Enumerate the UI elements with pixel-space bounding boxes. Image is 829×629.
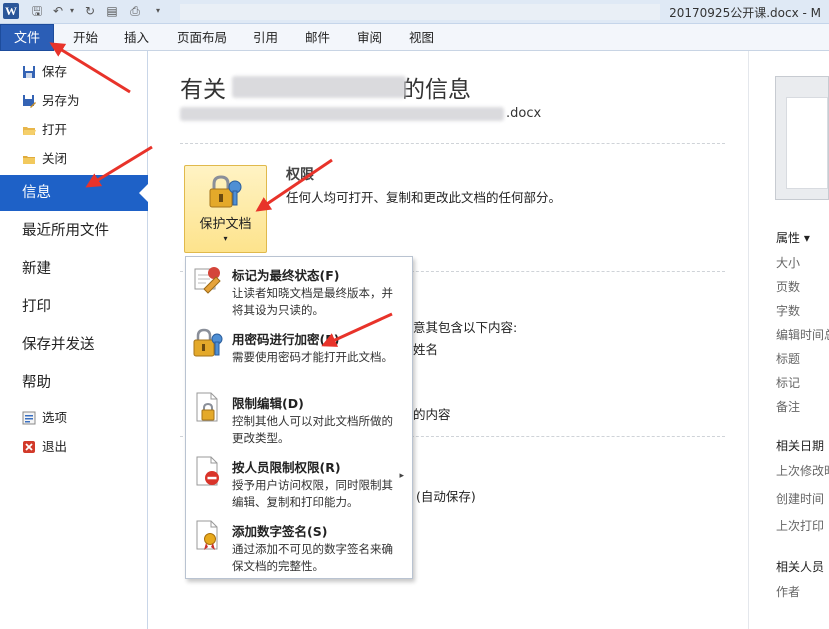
lock-key-icon [193,328,223,357]
chevron-down-icon: ▾ [223,234,228,243]
tab-file[interactable]: 文件 [0,24,54,51]
menu-item-desc: 控制其他人可以对此文档所做的更改类型。 [232,414,393,445]
nav-recent[interactable]: 最近所用文件 [0,213,148,249]
word-logo-icon: W [3,3,19,19]
tab-insert[interactable]: 插入 [124,24,149,51]
redo-icon[interactable]: ↻ [82,3,98,19]
close-folder-icon [23,156,35,164]
inspect-text: 意其包含以下内容: [413,320,518,335]
tab-home[interactable]: 开始 [73,24,98,51]
tab-page-layout[interactable]: 页面布局 [177,24,227,51]
people-author: 作者 [776,585,801,599]
print-preview-icon[interactable]: ▤ [104,3,120,19]
document-thumbnail[interactable] [775,76,829,200]
redacted-region [180,4,660,20]
prop-size: 大小 [776,256,801,270]
permissions-description: 任何人均可打开、复制和更改此文档的任何部分。 [286,190,562,205]
nav-close-label: 关闭 [42,151,68,166]
menu-item-restrict-permission[interactable]: 按人员限制权限(R) 授予用户访问权限，同时限制其编辑、复制和打印能力。 ▸ [186,451,412,515]
quick-print-icon[interactable]: ⎙ [127,3,143,19]
ribbon-tabs: 文件 开始 插入 页面布局 引用 邮件 审阅 视图 [0,24,829,51]
menu-item-title: 添加数字签名(S) [232,524,328,539]
menu-item-desc: 让读者知晓文档是最终版本，并将其设为只读的。 [232,286,393,317]
date-last-printed: 上次打印 [776,519,825,533]
protect-document-label: 保护文档 [199,217,252,232]
tab-view[interactable]: 视图 [409,24,434,51]
mark-final-icon [194,267,221,294]
submenu-arrow-icon: ▸ [399,471,404,481]
digital-signature-icon [196,520,218,550]
menu-item-title: 按人员限制权限(R) [232,460,341,475]
nav-options[interactable]: 选项 [0,405,148,431]
nav-save-as[interactable]: 另存为 [0,88,148,114]
save-quick-icon[interactable]: 🖫 [29,3,45,19]
nav-help[interactable]: 帮助 [0,365,148,401]
menu-item-mark-final[interactable]: 标记为最终状态(F) 让读者知晓文档是最终版本，并将其设为只读的。 [186,259,412,323]
tab-review[interactable]: 审阅 [357,24,382,51]
menu-item-restrict-editing[interactable]: 限制编辑(D) 控制其他人可以对此文档所做的更改类型。 [186,387,412,451]
menu-item-desc: 通过添加不可见的数字签名来确保文档的完整性。 [232,542,393,573]
document-path-suffix: .docx [506,106,542,121]
nav-exit[interactable]: 退出 [0,434,148,460]
prop-tags: 标记 [776,376,801,390]
page-title-suffix: 的信息 [402,77,471,103]
nav-new[interactable]: 新建 [0,251,148,287]
redacted-path [180,107,504,121]
save-icon [23,66,35,78]
nav-save[interactable]: 保存 [0,59,148,85]
nav-exit-label: 退出 [42,439,68,454]
page-title-prefix: 有关 [180,77,226,103]
backstage-nav: 保存 另存为 打开 关闭 信息 最近所用文件 新建 打印 保存并发送 帮助 选项… [0,51,149,629]
redacted-filename [232,76,406,98]
inspect-item-name: 姓名 [413,342,439,357]
menu-item-encrypt-password[interactable]: 用密码进行加密(E) 需要使用密码才能打开此文档。 [186,323,412,387]
date-last-modified: 上次修改时 [776,464,829,478]
nav-info[interactable]: 信息 [0,175,149,211]
date-created: 创建时间 [776,492,825,506]
title-bar: W 🖫 ↶ ▾ ↻ ▤ ⎙ ▾ 20170925公开课.docx - M [0,0,829,24]
tab-references[interactable]: 引用 [253,24,278,51]
prop-words: 字数 [776,304,801,318]
divider [180,143,725,144]
exit-icon [23,441,35,453]
prop-edit-time: 编辑时间总 [776,328,829,342]
customize-toolbar-icon[interactable]: ▾ [150,3,166,19]
prop-comments: 备注 [776,400,801,414]
menu-item-title: 标记为最终状态(F) [232,268,340,283]
tab-mailings[interactable]: 邮件 [305,24,330,51]
nav-options-label: 选项 [42,410,68,425]
protect-document-button[interactable]: 保护文档 ▾ [184,165,267,253]
nav-save-as-label: 另存为 [42,93,80,108]
prop-title: 标题 [776,352,801,366]
restrict-permission-icon [196,456,219,486]
nav-print[interactable]: 打印 [0,289,148,325]
nav-open[interactable]: 打开 [0,117,148,143]
menu-item-title: 限制编辑(D) [232,396,304,411]
related-dates-header: 相关日期 [776,439,825,453]
protect-document-menu: 标记为最终状态(F) 让读者知晓文档是最终版本，并将其设为只读的。 用密码进行加… [185,256,413,579]
menu-item-digital-signature[interactable]: 添加数字签名(S) 通过添加不可见的数字签名来确保文档的完整性。 [186,515,412,579]
nav-open-label: 打开 [42,122,68,137]
menu-item-desc: 授予用户访问权限，同时限制其编辑、复制和打印能力。 [232,478,393,509]
menu-item-title: 用密码进行加密(E) [232,332,340,347]
undo-dropdown-icon[interactable]: ▾ [64,3,80,19]
nav-save-send[interactable]: 保存并发送 [0,327,148,363]
related-people-header: 相关人员 [776,560,825,574]
window-title: 20170925公开课.docx - M [669,6,821,20]
nav-close[interactable]: 关闭 [0,146,148,172]
lock-key-icon [209,175,242,208]
restrict-editing-icon [196,392,218,422]
options-icon [22,411,36,425]
open-folder-icon [23,127,36,135]
menu-item-desc: 需要使用密码才能打开此文档。 [232,350,393,364]
prop-pages: 页数 [776,280,801,294]
save-as-icon [23,95,36,108]
properties-header[interactable]: 属性 ▾ [776,229,810,246]
autosave-text: (自动保存) [416,489,476,504]
permissions-title: 权限 [286,167,314,183]
nav-save-label: 保存 [42,64,68,79]
inspect-item-content: 的内容 [413,407,451,422]
